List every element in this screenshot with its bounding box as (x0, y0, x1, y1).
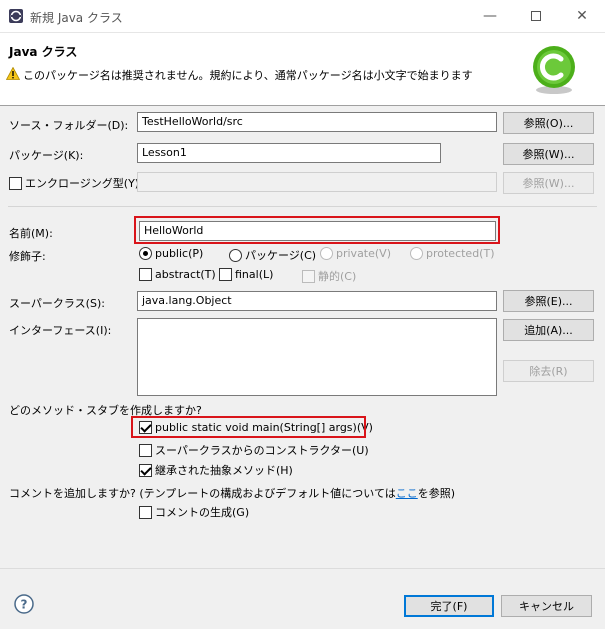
comments-question-prefix: コメントを追加しますか? (テンプレートの構成およびデフォルト値については (9, 487, 396, 500)
enclosing-type-label: エンクロージング型(Y): (25, 177, 143, 190)
help-icon[interactable]: ? (14, 594, 34, 614)
source-folder-field[interactable]: TestHelloWorld/src (137, 112, 497, 132)
page-title: Java クラス (9, 45, 78, 59)
enclosing-type-checkbox[interactable]: エンクロージング型(Y): (9, 175, 143, 191)
maximize-icon (531, 11, 541, 21)
interfaces-list[interactable] (137, 318, 497, 396)
maximize-button[interactable] (513, 0, 559, 32)
remove-interface-button: 除去(R) (503, 360, 594, 382)
superclass-label: スーパークラス(S): (9, 297, 105, 310)
static-checkbox-label: 静的(C) (318, 270, 357, 283)
protected-radio: protected(T) (410, 247, 495, 260)
package-radio[interactable]: パッケージ(C) (229, 247, 316, 263)
public-radio[interactable]: public(P) (139, 247, 203, 260)
radio-dot (229, 248, 242, 262)
abstract-checkbox[interactable]: abstract(T) (139, 268, 216, 281)
radio-dot (410, 247, 423, 260)
checkbox-box (139, 505, 152, 519)
window-title: 新規 Java クラス (30, 11, 123, 25)
comments-question-suffix: を参照) (417, 487, 456, 500)
enclosing-type-field (137, 172, 497, 192)
browse-source-folder-button[interactable]: 参照(O)... (503, 112, 594, 134)
constructors-label: スーパークラスからのコンストラクター(U) (155, 444, 369, 457)
source-folder-label: ソース・フォルダー(D): (9, 119, 129, 132)
minimize-icon: — (483, 8, 497, 24)
inherited-methods-label: 継承された抽象メソッド(H) (155, 464, 293, 477)
inherited-methods-checkbox[interactable]: 継承された抽象メソッド(H) (139, 462, 293, 478)
java-class-logo-icon (533, 46, 575, 94)
browse-enclosing-type-button: 参照(W)... (503, 172, 594, 194)
cancel-button[interactable]: キャンセル (501, 595, 592, 617)
package-field[interactable]: Lesson1 (137, 143, 441, 163)
title-bar: 新規 Java クラス — ✕ (0, 0, 605, 33)
private-radio: private(V) (320, 247, 391, 260)
separator (8, 206, 597, 207)
radio-dot (139, 247, 152, 260)
browse-package-button[interactable]: 参照(W)... (503, 143, 594, 165)
generate-comments-checkbox[interactable]: コメントの生成(G) (139, 504, 249, 520)
abstract-checkbox-label: abstract(T) (155, 268, 216, 281)
checkbox-box (139, 268, 152, 281)
package-radio-label: パッケージ(C) (245, 249, 317, 262)
warning-message: このパッケージ名は推奨されません。規約により、通常パッケージ名は小文字で始まりま… (23, 69, 473, 82)
close-icon: ✕ (576, 8, 588, 24)
svg-text:?: ? (21, 598, 28, 612)
name-highlight-box (134, 216, 500, 244)
checkbox-box (139, 443, 152, 457)
close-button[interactable]: ✕ (559, 0, 605, 32)
name-label: 名前(M): (9, 227, 53, 240)
final-checkbox-label: final(L) (235, 268, 274, 281)
final-checkbox[interactable]: final(L) (219, 268, 273, 281)
dialog-header: Java クラス このパッケージ名は推奨されません。規約により、通常パッケージ名… (0, 33, 605, 106)
checkbox-box (9, 176, 22, 190)
minimize-button[interactable]: — (467, 0, 513, 32)
protected-radio-label: protected(T) (426, 247, 495, 260)
warning-icon (6, 67, 20, 80)
interfaces-label: インターフェース(I): (9, 324, 112, 337)
footer-separator (0, 568, 605, 569)
private-radio-label: private(V) (336, 247, 391, 260)
superclass-field[interactable]: java.lang.Object (137, 291, 497, 311)
templates-link[interactable]: ここ (396, 487, 418, 500)
main-method-highlight-box (131, 416, 366, 438)
eclipse-icon (9, 9, 23, 23)
static-checkbox: 静的(C) (302, 268, 356, 284)
add-interface-button[interactable]: 追加(A)... (503, 319, 594, 341)
radio-dot (320, 247, 333, 260)
comments-question: コメントを追加しますか? (テンプレートの構成およびデフォルト値についてはここを… (9, 485, 455, 501)
checkbox-box (302, 269, 315, 283)
finish-button[interactable]: 完了(F) (404, 595, 494, 617)
checkbox-box (139, 463, 152, 477)
constructors-checkbox[interactable]: スーパークラスからのコンストラクター(U) (139, 442, 369, 458)
generate-comments-label: コメントの生成(G) (155, 506, 250, 519)
browse-superclass-button[interactable]: 参照(E)... (503, 290, 594, 312)
modifiers-label: 修飾子: (9, 250, 46, 263)
package-label: パッケージ(K): (9, 149, 84, 162)
public-radio-label: public(P) (155, 247, 204, 260)
checkbox-box (219, 268, 232, 281)
